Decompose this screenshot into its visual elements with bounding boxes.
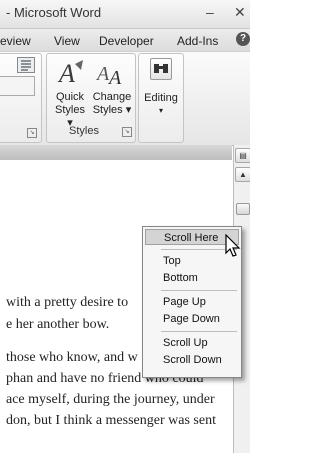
editing-button[interactable]: Editing ▾ (143, 58, 179, 120)
menu-separator (161, 331, 237, 332)
menu-item-bottom[interactable]: Bottom (145, 270, 239, 286)
doc-line-3: those who know, and w (6, 350, 138, 365)
binoculars-icon (150, 58, 172, 80)
scrollbar-thumb[interactable] (236, 203, 250, 215)
doc-line-1: with a pretty desire to (6, 295, 129, 310)
menu-separator (161, 290, 237, 291)
quick-styles-button[interactable]: A Quick Styles ▾ (51, 58, 89, 129)
doc-line-2: e her another bow. (6, 317, 110, 332)
title-bar: - Microsoft Word – ✕ (0, 0, 256, 29)
svg-text:A: A (57, 59, 75, 88)
styles-group: A Quick Styles ▾ A A Change Styles ▾ Sty… (46, 53, 136, 143)
tab-view[interactable]: View (54, 34, 80, 48)
paragraph-group-fragment: ↘ (0, 53, 42, 143)
align-icon[interactable] (17, 57, 35, 73)
change-styles-icon: A A (95, 63, 122, 89)
tab-developer[interactable]: Developer (99, 34, 154, 48)
scroll-up-arrow-icon[interactable]: ▲ (235, 167, 251, 182)
menu-item-scroll-up[interactable]: Scroll Up (145, 335, 239, 351)
close-button[interactable]: ✕ (234, 4, 246, 21)
paragraph-launcher-icon[interactable]: ↘ (27, 128, 37, 138)
svg-text:A: A (107, 67, 122, 88)
right-edge (250, 0, 256, 453)
minimize-button[interactable]: – (206, 4, 214, 20)
tab-review[interactable]: eview (0, 34, 31, 48)
ribbon-tabs: eview View Developer Add-Ins ? (0, 29, 256, 51)
doc-line-6: don, but I think a messenger was sent (6, 413, 216, 428)
menu-item-page-up[interactable]: Page Up (145, 294, 239, 310)
arrow-cursor-icon (225, 234, 241, 257)
change-styles-button[interactable]: A A Change Styles ▾ (91, 58, 133, 120)
change-styles-label-2: Styles ▾ (92, 104, 132, 116)
quick-styles-icon: A (57, 59, 83, 88)
menu-item-page-down[interactable]: Page Down (145, 311, 239, 327)
tab-add-ins[interactable]: Add-Ins (177, 34, 218, 48)
help-button[interactable]: ? (236, 32, 250, 46)
svg-text:A: A (95, 63, 110, 85)
line-spacing-fragment[interactable] (0, 76, 35, 96)
quick-styles-label-1: Quick (55, 91, 85, 103)
window-title: - Microsoft Word (6, 5, 102, 20)
ruler-band (0, 145, 232, 161)
menu-item-scroll-down[interactable]: Scroll Down (145, 352, 239, 368)
ruler-toggle-icon[interactable]: ▤ (235, 148, 251, 163)
editing-arrow: ▾ (158, 106, 163, 115)
doc-line-5: ace myself, during the journey, under (6, 392, 215, 407)
styles-launcher-icon[interactable]: ↘ (122, 127, 132, 137)
change-styles-label-1: Change (92, 91, 132, 103)
editing-group: Editing ▾ (138, 53, 184, 143)
styles-group-label: Styles (69, 125, 99, 137)
